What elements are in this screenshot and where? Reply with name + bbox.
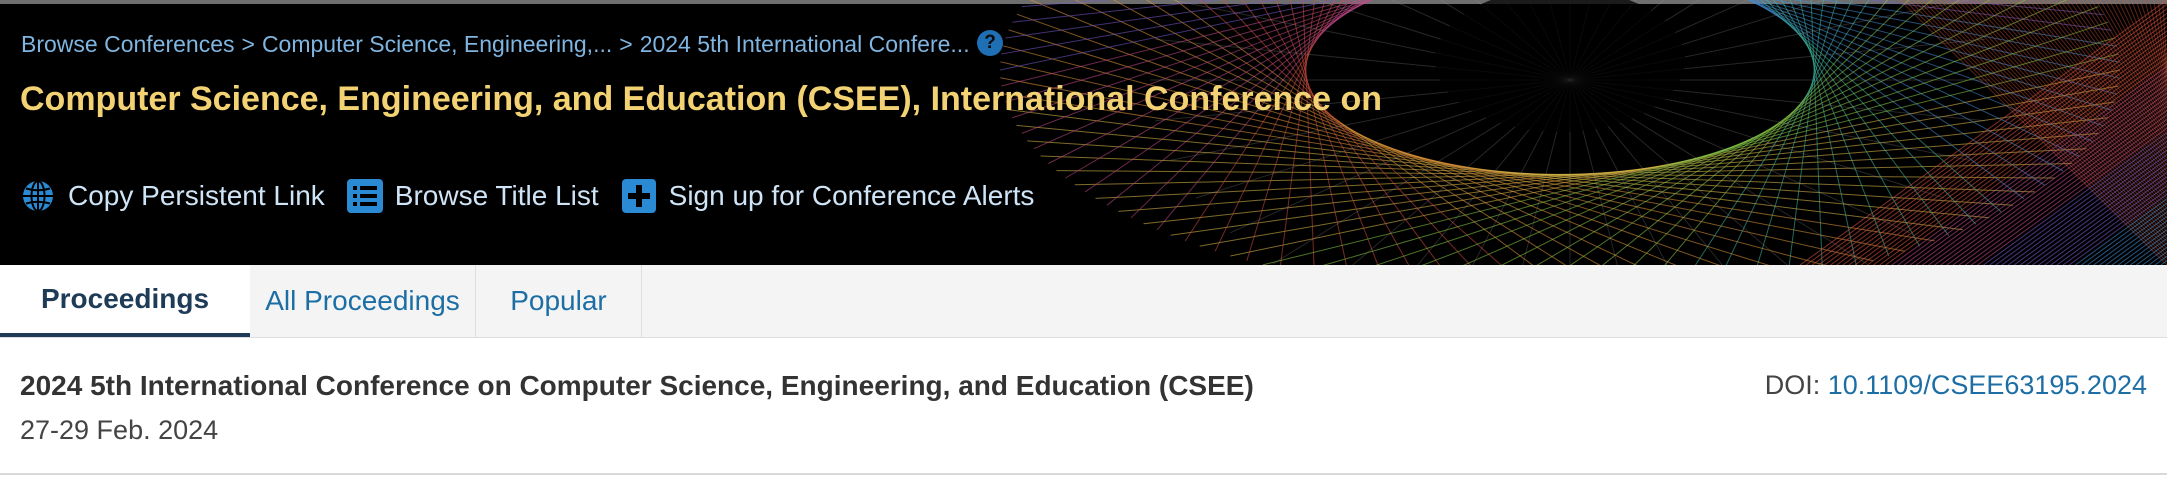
doi-link[interactable]: 10.1109/CSEE63195.2024 xyxy=(1828,370,2147,400)
conference-header-banner: Browse Conferences > Computer Science, E… xyxy=(0,0,2167,265)
page-title: Computer Science, Engineering, and Educa… xyxy=(20,80,1383,118)
proceedings-title: 2024 5th International Conference on Com… xyxy=(20,370,1254,401)
doi-label: DOI: xyxy=(1764,370,1828,400)
breadcrumb-browse-conferences[interactable]: Browse Conferences xyxy=(21,31,235,58)
tab-all-proceedings[interactable]: All Proceedings xyxy=(250,265,476,337)
conference-alerts-label: Sign up for Conference Alerts xyxy=(668,180,1035,211)
breadcrumb: Browse Conferences > Computer Science, E… xyxy=(21,29,970,59)
page: Browse Conferences > Computer Science, E… xyxy=(0,0,2167,480)
doi: DOI: 10.1109/CSEE63195.2024 xyxy=(1765,370,2147,401)
browse-title-list-label: Browse Title List xyxy=(394,180,599,211)
proceedings-tabs: Proceedings All Proceedings Popular xyxy=(0,265,2167,338)
breadcrumb-separator: > xyxy=(241,30,255,57)
browse-title-list-button[interactable]: Browse Title List xyxy=(346,178,599,214)
help-icon[interactable]: ? xyxy=(977,30,1003,56)
list-icon xyxy=(346,178,383,214)
breadcrumb-conference-series[interactable]: Computer Science, Engineering,... xyxy=(262,31,612,58)
plus-icon xyxy=(621,178,657,214)
proceedings-info: 2024 5th International Conference on Com… xyxy=(0,338,2167,475)
header-actions: Copy Persistent Link Browse Title List S… xyxy=(20,174,1056,218)
breadcrumb-current-conference: 2024 5th International Confere... xyxy=(639,30,970,57)
tab-proceedings[interactable]: Proceedings xyxy=(0,265,250,337)
conference-alerts-button[interactable]: Sign up for Conference Alerts xyxy=(621,178,1035,214)
breadcrumb-separator: > xyxy=(619,30,633,57)
globe-icon xyxy=(20,178,56,214)
copy-persistent-link-label: Copy Persistent Link xyxy=(68,180,325,211)
copy-persistent-link-button[interactable]: Copy Persistent Link xyxy=(20,178,325,214)
tab-popular[interactable]: Popular xyxy=(476,265,642,337)
proceedings-date: 27-29 Feb. 2024 xyxy=(20,415,219,445)
